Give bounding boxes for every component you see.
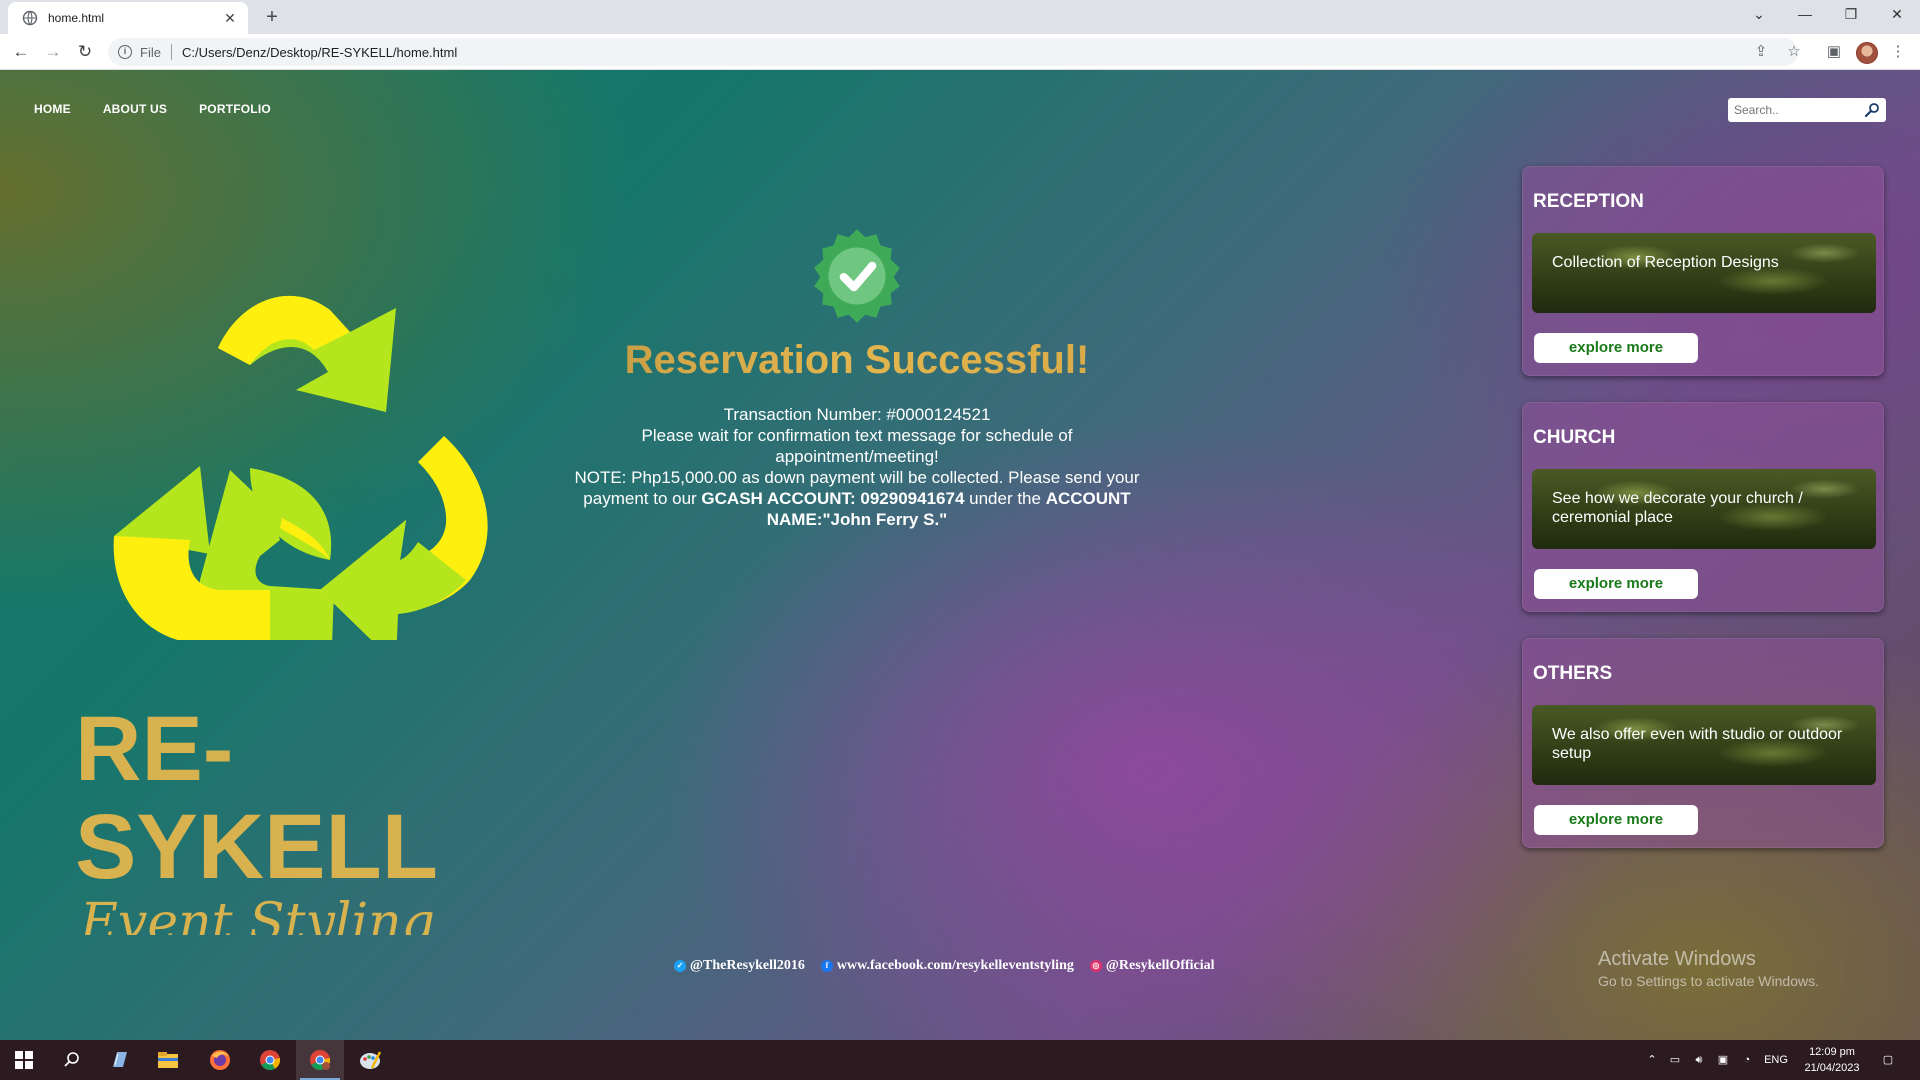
recycle-logo-icon (113, 295, 488, 640)
instagram-handle: @ResykellOfficial (1105, 958, 1215, 973)
new-tab-button[interactable]: + (258, 4, 286, 32)
facebook-url: www.facebook.com/resykelleventstyling (836, 958, 1074, 973)
nav-portfolio-link[interactable]: PORTFOLIO (199, 102, 271, 116)
search-input[interactable] (1734, 103, 1864, 117)
windows-logo-icon (15, 1051, 33, 1069)
close-window-button[interactable]: ✕ (1874, 0, 1920, 28)
system-clock[interactable]: 12:09 pm 21/04/2023 (1796, 1044, 1868, 1076)
paint-taskbar-icon[interactable] (346, 1040, 394, 1080)
card-title: OTHERS (1533, 663, 1613, 684)
payment-note: NOTE: Php15,000.00 as down payment will … (560, 467, 1154, 530)
page-viewport: HOME ABOUT US PORTFOLIO RE- SYKELL Event… (0, 70, 1920, 1040)
browser-toolbar: ← → ↻ i File C:/Users/Denz/Desktop/RE-SY… (0, 34, 1920, 70)
info-icon[interactable]: i (118, 45, 132, 59)
nav-about-link[interactable]: ABOUT US (103, 102, 167, 116)
card-title: CHURCH (1533, 427, 1616, 448)
back-icon[interactable]: ← (8, 39, 34, 65)
twitter-icon: ✓ (674, 960, 686, 972)
close-tab-icon[interactable]: ✕ (222, 10, 238, 27)
chrome-taskbar-icon[interactable] (246, 1040, 294, 1080)
url-text[interactable]: C:/Users/Denz/Desktop/RE-SYKELL/home.htm… (182, 45, 457, 60)
search-icon[interactable] (1864, 102, 1880, 118)
watermark-subtitle: Go to Settings to activate Windows. (1598, 973, 1819, 989)
confirmation-note: Please wait for confirmation text messag… (641, 426, 1073, 466)
search-box (1728, 98, 1886, 122)
menu-kebab-icon[interactable]: ⋮ (1888, 42, 1908, 62)
reservation-success-title: Reservation Successful! (560, 338, 1154, 383)
brand-subtitle: Event Styling (80, 895, 435, 935)
language-indicator[interactable]: ENG (1762, 1040, 1790, 1080)
search-taskbar-button[interactable] (48, 1040, 96, 1080)
activate-windows-watermark: Activate Windows Go to Settings to activ… (1598, 948, 1819, 989)
share-icon[interactable]: ⇪ (1751, 42, 1771, 62)
payment-note-connector: under the (964, 489, 1046, 508)
volume-icon[interactable]: 🔊︎ (1690, 1040, 1708, 1080)
brand-title-line2: SYKELL (75, 796, 438, 898)
card-reception: RECEPTION Collection of Reception Design… (1522, 166, 1884, 376)
restore-button[interactable]: ❐ (1828, 0, 1874, 28)
card-image: See how we decorate your church / ceremo… (1532, 469, 1876, 549)
tab-search-icon[interactable]: ⌄ (1736, 0, 1782, 28)
show-hidden-icons-icon[interactable]: ⌃ (1644, 1040, 1660, 1080)
brand-title-line1: RE- (75, 698, 234, 800)
display-icon[interactable]: ▣ (1714, 1040, 1732, 1080)
browser-tab-strip: home.html ✕ + ⌄ — ❐ ✕ (0, 0, 1920, 34)
search-icon (64, 1052, 79, 1067)
start-button[interactable] (0, 1040, 48, 1080)
reservation-message: Transaction Number: #0000124521 Please w… (560, 404, 1154, 530)
battery-icon[interactable]: ▭ (1666, 1040, 1684, 1080)
windows-taskbar: ⌃ ▭ 🔊︎ ▣ ◔ ENG 12:09 pm 21/04/2023 ▢ (0, 1040, 1920, 1080)
card-image: We also offer even with studio or outdoo… (1532, 705, 1876, 785)
browser-tab[interactable]: home.html ✕ (8, 2, 248, 34)
side-panel-icon[interactable]: ▣ (1824, 42, 1844, 62)
notifications-icon[interactable]: ▢ (1874, 1040, 1902, 1080)
social-links: ✓ @TheResykell2016 f www.facebook.com/re… (674, 958, 1215, 974)
file-explorer-taskbar-icon[interactable] (144, 1040, 192, 1080)
clock-time: 12:09 pm (1809, 1046, 1855, 1058)
card-title: RECEPTION (1533, 191, 1644, 212)
minimize-button[interactable]: — (1782, 0, 1828, 28)
facebook-icon: f (820, 960, 833, 972)
twitter-handle: @TheResykell2016 (690, 958, 805, 973)
explore-more-button[interactable]: explore more (1534, 569, 1698, 599)
nav-home-link[interactable]: HOME (34, 102, 71, 116)
instagram-icon: ◎ (1089, 960, 1102, 972)
twitter-link[interactable]: ✓ @TheResykell2016 (674, 958, 805, 974)
brand-title: RE- SYKELL (75, 700, 438, 896)
bookmark-star-icon[interactable]: ☆ (1784, 42, 1804, 62)
card-church: CHURCH See how we decorate your church /… (1522, 402, 1884, 612)
card-caption: See how we decorate your church / ceremo… (1552, 490, 1803, 526)
main-nav: HOME ABOUT US PORTFOLIO (34, 102, 271, 116)
transaction-number: Transaction Number: #0000124521 (723, 405, 991, 424)
card-caption: We also offer even with studio or outdoo… (1552, 726, 1843, 762)
address-bar[interactable]: i File C:/Users/Denz/Desktop/RE-SYKELL/h… (108, 38, 1798, 66)
explore-more-button[interactable]: explore more (1534, 805, 1698, 835)
wifi-icon[interactable]: ◔ (1738, 1040, 1756, 1080)
tab-title: home.html (48, 11, 105, 25)
card-others: OTHERS We also offer even with studio or… (1522, 638, 1884, 848)
forward-icon[interactable]: → (40, 39, 66, 65)
url-separator (170, 44, 172, 60)
card-image: Collection of Reception Designs (1532, 233, 1876, 313)
chrome-profile-taskbar-icon[interactable] (296, 1040, 344, 1080)
check-badge-icon (814, 229, 900, 323)
watermark-title: Activate Windows (1598, 948, 1756, 970)
profile-avatar[interactable] (1856, 42, 1878, 64)
facebook-link[interactable]: f www.facebook.com/resykelleventstyling (820, 958, 1074, 974)
notepad-taskbar-icon[interactable] (96, 1040, 144, 1080)
instagram-link[interactable]: ◎ @ResykellOfficial (1089, 958, 1215, 974)
firefox-taskbar-icon[interactable] (196, 1040, 244, 1080)
card-caption: Collection of Reception Designs (1552, 254, 1779, 271)
clock-date: 21/04/2023 (1804, 1062, 1860, 1074)
explore-more-button[interactable]: explore more (1534, 333, 1698, 363)
globe-icon (22, 10, 38, 26)
gcash-account: GCASH ACCOUNT: 09290941674 (701, 489, 965, 508)
url-scheme: File (140, 44, 161, 60)
reload-icon[interactable]: ↻ (72, 39, 98, 65)
